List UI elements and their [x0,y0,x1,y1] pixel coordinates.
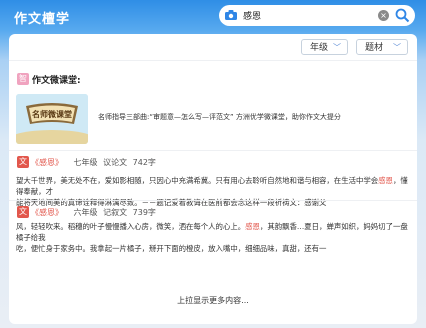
topic-filter[interactable]: 题材 ﹀ [356,39,408,55]
top-bar: 作文檀学 × [0,0,426,32]
load-more-hint[interactable]: 上拉显示更多内容... [9,295,417,306]
excerpt-line: 望大千世界，美无处不在，爱如影相随，只因心中充满希冀。只有用心去聆听自然地和谐与… [16,176,408,196]
essay-header[interactable]: 《感恩》 七年级 议论文 742字 [31,157,156,168]
essay-excerpt[interactable]: 望大千世界，美无处不在，爱如影相随，只因心中充满希冀。只有用心去聆听自然地和谐与… [16,175,412,208]
scroll-banner-image: 名师微课堂 [16,94,88,144]
essay-word-count: 742字 [132,158,156,167]
content-panel: 年级 ﹀ 题材 ﹀ 智 作文微课堂: 名师微课堂 名师指导三部曲:“审题意—怎么… [9,34,417,324]
grade-filter[interactable]: 年级 ﹀ [301,39,348,55]
search-bar[interactable]: × [219,5,415,26]
essay-genre: 议论文 [103,158,128,167]
chevron-down-icon: ﹀ [393,43,401,52]
essay-grade: 六年级 [73,208,98,217]
divider [9,60,417,61]
essay-title[interactable]: 《感恩》 [31,208,63,217]
search-input[interactable] [243,8,363,23]
divider [9,150,417,151]
lesson-badge: 智 [17,73,29,85]
essay-genre: 记叙文 [103,208,128,217]
app-window: 作文檀学 × 年级 ﹀ 题材 ﹀ 智 作文微课堂: [0,0,426,328]
search-icon[interactable] [395,8,410,23]
essay-badge: 文 [17,156,29,168]
essay-grade: 七年级 [73,158,98,167]
clear-icon[interactable]: × [378,10,389,21]
thumb-text: 名师微课堂 [32,109,72,119]
essay-title[interactable]: 《感恩》 [31,158,63,167]
essay-badge: 文 [17,206,29,218]
divider [9,200,417,201]
excerpt-line: 风，轻轻吹来。稻穗的叶子慢慢播入心房，微笑，洒在每个人的心上。感恩，其韵飘香…夏… [16,222,408,242]
excerpt-line: 吃，便忙身于家务中。我拿起一片橘子，掰开下面的橙皮，放入嘴中，细细品味，真甜，还… [16,244,327,253]
grade-filter-label: 年级 [310,43,329,53]
lesson-description: 名师指导三部曲:“审题意—怎么写—评范文” 方洲优学微课堂，助你作文大提分 [98,113,341,121]
essay-excerpt[interactable]: 风，轻轻吹来。稻穗的叶子慢慢播入心房，微笑，洒在每个人的心上。感恩，其韵飘香…夏… [16,221,412,254]
camera-icon[interactable] [225,10,237,20]
lesson-title: 作文微课堂: [32,76,81,86]
chevron-down-icon: ﹀ [333,43,341,52]
topic-filter-label: 题材 [365,43,384,53]
lesson-thumbnail[interactable]: 名师微课堂 [16,94,88,144]
essay-header[interactable]: 《感恩》 六年级 记叙文 739字 [31,207,156,218]
app-title: 作文檀学 [14,12,71,27]
essay-word-count: 739字 [132,208,156,217]
